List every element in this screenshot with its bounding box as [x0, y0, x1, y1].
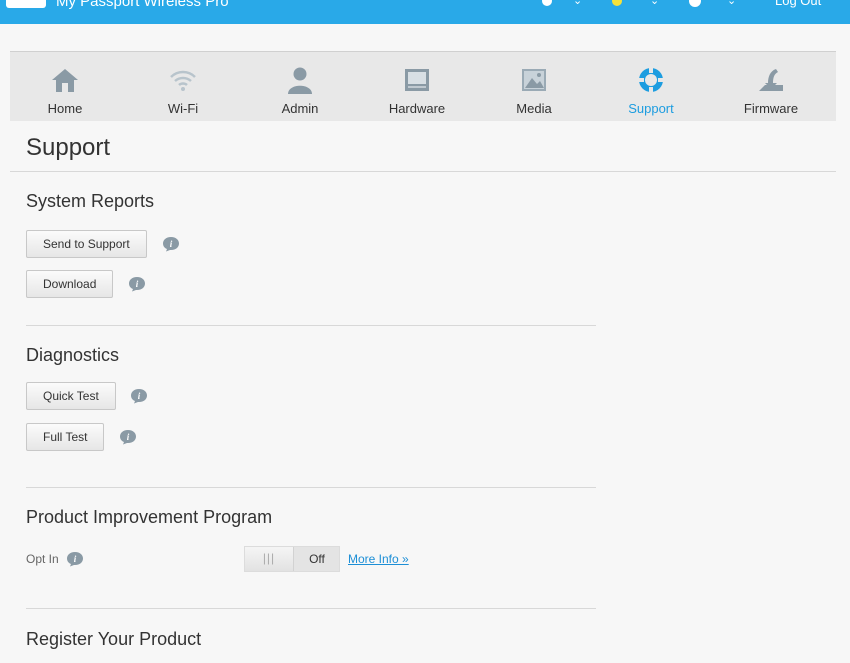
- divider: [10, 171, 836, 172]
- info-icon[interactable]: i: [128, 276, 146, 292]
- toggle-state-label: Off: [309, 552, 325, 566]
- main-nav: Home Wi-Fi Admin Hardware Media Support …: [10, 51, 836, 121]
- wifi-icon: [170, 70, 196, 91]
- nav-item-media[interactable]: Media: [479, 52, 589, 121]
- opt-in-label: Opt In: [26, 552, 59, 566]
- chevron-down-icon[interactable]: ⌄: [573, 0, 582, 7]
- logout-link[interactable]: Log Out: [775, 0, 821, 8]
- firmware-icon: [759, 69, 783, 91]
- nav-item-wifi[interactable]: Wi-Fi: [128, 52, 238, 121]
- help-icon[interactable]: [688, 0, 702, 8]
- info-icon[interactable]: i: [119, 429, 137, 445]
- more-info-link[interactable]: More Info »: [348, 552, 409, 566]
- toggle-grip-icon: |||: [245, 547, 294, 571]
- nav-item-hardware[interactable]: Hardware: [362, 52, 472, 121]
- nav-item-firmware[interactable]: Firmware: [716, 52, 826, 121]
- nav-item-support[interactable]: Support: [596, 52, 706, 121]
- nav-label: Wi-Fi: [167, 101, 199, 116]
- lifebuoy-icon: [638, 67, 664, 93]
- divider: [26, 487, 596, 488]
- download-button[interactable]: Download: [26, 270, 114, 298]
- nav-label: Support: [628, 101, 674, 116]
- nav-label: Home: [47, 101, 83, 116]
- app-title: My Passport Wireless Pro: [56, 0, 229, 10]
- opt-in-toggle[interactable]: ||| Off: [244, 546, 340, 572]
- top-bar: My Passport Wireless Pro ⌄ ⌄ ⌄ Log Out: [0, 0, 850, 24]
- section-title-system-reports: System Reports: [26, 191, 155, 211]
- nav-item-admin[interactable]: Admin: [245, 52, 355, 121]
- page-title: Support: [26, 134, 111, 161]
- info-icon[interactable]: i: [162, 236, 180, 252]
- wd-logo: [6, 0, 46, 8]
- info-icon[interactable]: i: [130, 388, 148, 404]
- alert-bell-icon[interactable]: [610, 0, 624, 8]
- full-test-button[interactable]: Full Test: [26, 423, 105, 451]
- usb-icon[interactable]: [540, 0, 554, 8]
- nav-label: Media: [516, 101, 552, 116]
- section-title-register-product: Register Your Product: [26, 629, 202, 649]
- send-to-support-button[interactable]: Send to Support: [26, 230, 147, 258]
- section-title-diagnostics: Diagnostics: [26, 345, 120, 365]
- image-icon: [522, 69, 546, 91]
- nav-label: Firmware: [743, 101, 799, 116]
- section-title-product-improvement: Product Improvement Program: [26, 507, 273, 527]
- divider: [26, 608, 596, 609]
- divider: [26, 325, 596, 326]
- chevron-down-icon[interactable]: ⌄: [727, 0, 736, 7]
- hardware-icon: [405, 69, 429, 91]
- user-icon: [288, 67, 312, 94]
- home-icon: [52, 69, 78, 92]
- nav-item-home[interactable]: Home: [10, 52, 120, 121]
- nav-label: Hardware: [388, 101, 446, 116]
- info-icon[interactable]: i: [66, 551, 84, 567]
- chevron-down-icon[interactable]: ⌄: [650, 0, 659, 7]
- quick-test-button[interactable]: Quick Test: [26, 382, 116, 410]
- nav-label: Admin: [281, 101, 319, 116]
